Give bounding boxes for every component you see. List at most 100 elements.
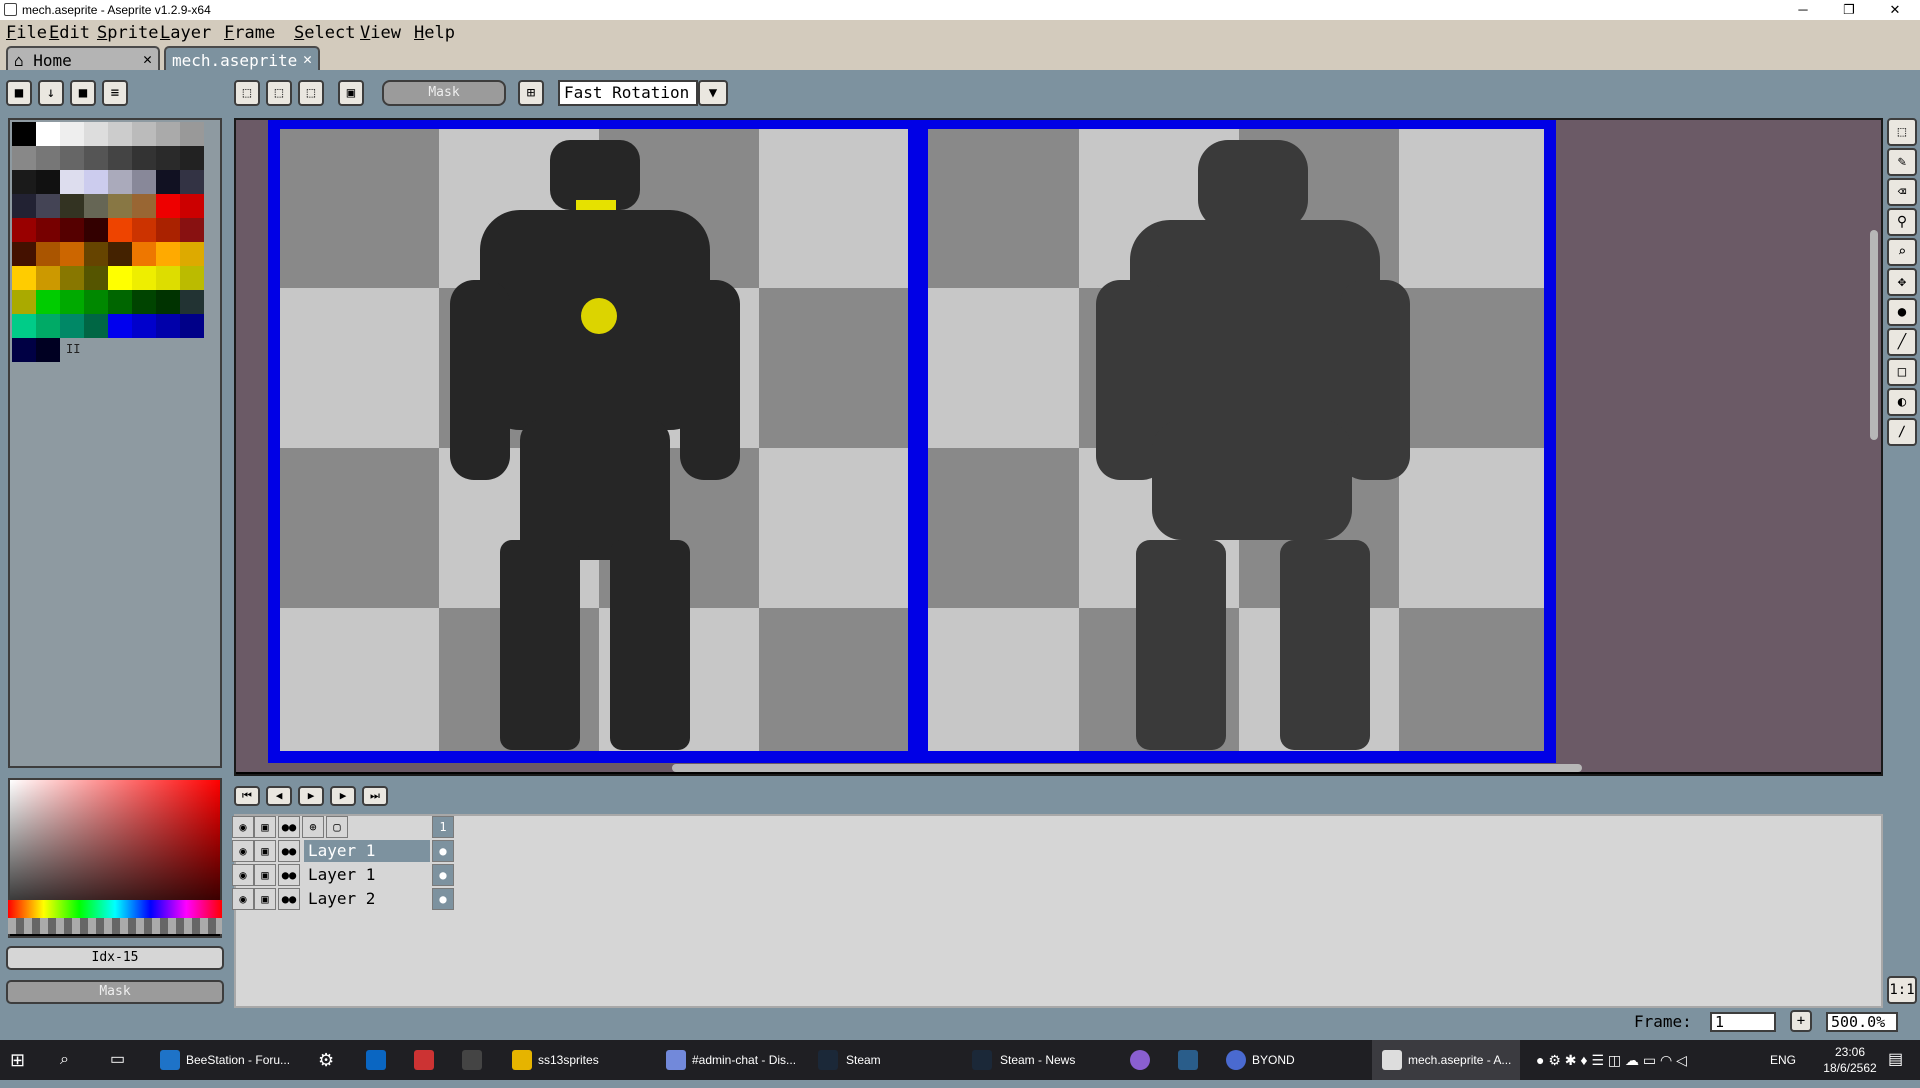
palette-swatch[interactable]	[156, 194, 180, 218]
down-arrow-icon[interactable]: ↓	[38, 80, 64, 106]
windows-start-icon[interactable]: ⊞	[10, 1040, 40, 1080]
palette-swatch[interactable]	[84, 170, 108, 194]
layer-row[interactable]: ◉ ▣ ●● Layer 1 ●	[232, 864, 457, 888]
palette-swatch[interactable]	[36, 218, 60, 242]
palette-swatch[interactable]	[60, 290, 84, 314]
eyedropper-tool-icon[interactable]: ⚲	[1887, 208, 1917, 236]
eraser-tool-icon[interactable]: ⌫	[1887, 178, 1917, 206]
menu-view[interactable]: View	[360, 23, 401, 43]
palette-swatch[interactable]	[180, 266, 204, 290]
tab-home-close-icon[interactable]: ✕	[143, 50, 152, 68]
continuous-icon[interactable]: ●●	[278, 840, 300, 862]
frame-header-1[interactable]: 1	[432, 816, 454, 838]
palette-swatch[interactable]	[180, 122, 204, 146]
layer-name[interactable]: Layer 1	[304, 840, 430, 862]
taskbar-item-steam-news[interactable]: Steam - News	[1000, 1040, 1075, 1080]
palette-swatch[interactable]	[36, 290, 60, 314]
taskbar-item-byond[interactable]: BYOND	[1252, 1040, 1295, 1080]
tab-mech-close-icon[interactable]: ✕	[303, 50, 312, 68]
continuous-icon[interactable]: ●●	[278, 888, 300, 910]
palette-swatch[interactable]	[108, 290, 132, 314]
palette-swatch[interactable]	[132, 146, 156, 170]
zoom-input[interactable]: 500.0%	[1826, 1012, 1898, 1032]
alpha-slider[interactable]	[8, 918, 222, 934]
palette-swatch[interactable]	[12, 218, 36, 242]
lock-icon[interactable]: ▣	[254, 864, 276, 886]
palette-swatch[interactable]	[36, 242, 60, 266]
palette-swatch[interactable]	[180, 314, 204, 338]
taskbar-item-steam[interactable]: Steam	[846, 1040, 881, 1080]
palette-swatch[interactable]	[84, 290, 108, 314]
sprite-canvas[interactable]	[236, 120, 1881, 772]
rectangle-tool-icon[interactable]: □	[1887, 358, 1917, 386]
mail-icon[interactable]	[462, 1050, 482, 1070]
palette-swatch[interactable]	[12, 290, 36, 314]
app-icon[interactable]	[1130, 1050, 1150, 1070]
palette-swatch[interactable]	[156, 146, 180, 170]
palette-swatch[interactable]	[84, 146, 108, 170]
tray-icons[interactable]: ● ⚙ ✱ ♦ ☰ ◫ ☁ ▭ ◠ ◁	[1536, 1040, 1687, 1080]
layer-row[interactable]: ◉ ▣ ●● Layer 2 ●	[232, 888, 457, 912]
zoom-tool-icon[interactable]: ⌕	[1887, 238, 1917, 266]
palette-swatch[interactable]	[108, 314, 132, 338]
palette-swatch[interactable]	[156, 242, 180, 266]
menu-file[interactable]: File	[6, 23, 47, 43]
palette-swatch[interactable]	[108, 266, 132, 290]
taskbar-item-aseprite[interactable]: mech.aseprite - A...	[1408, 1040, 1511, 1080]
group-icon[interactable]: ⊕	[302, 816, 324, 838]
eye-icon[interactable]: ◉	[232, 840, 254, 862]
selection-subtract-icon[interactable]: ⬚	[298, 80, 324, 106]
menu-frame[interactable]: Frame	[224, 23, 275, 43]
close-window-button[interactable]: ✕	[1872, 0, 1918, 20]
palette-swatch[interactable]	[84, 242, 108, 266]
palette-swatch[interactable]	[12, 266, 36, 290]
palette-swatch[interactable]	[36, 266, 60, 290]
palette-swatch[interactable]	[180, 170, 204, 194]
tab-mech-aseprite[interactable]: mech.aseprite ✕	[164, 46, 320, 70]
palette-swatch[interactable]	[156, 314, 180, 338]
next-frame-icon[interactable]: ▶	[330, 786, 356, 806]
palette-swatch[interactable]	[132, 218, 156, 242]
maximize-button[interactable]: ❐	[1826, 0, 1872, 20]
clock-date[interactable]: 18/6/2562	[1814, 1048, 1886, 1088]
palette-swatch[interactable]	[132, 122, 156, 146]
palette-swatch[interactable]	[36, 314, 60, 338]
store-icon[interactable]	[366, 1050, 386, 1070]
palette-swatch[interactable]	[180, 290, 204, 314]
layer-name[interactable]: Layer 2	[304, 888, 430, 910]
palette-swatch[interactable]	[84, 218, 108, 242]
palette-swatch[interactable]	[180, 242, 204, 266]
lock-icon[interactable]: ▣	[254, 840, 276, 862]
vertical-scrollbar[interactable]	[1870, 230, 1878, 440]
menu-edit[interactable]: Edit	[49, 23, 90, 43]
cel-icon[interactable]: ●	[432, 888, 454, 910]
layer-settings-icon[interactable]: ▢	[326, 816, 348, 838]
search-icon[interactable]: ⌕	[60, 1040, 69, 1080]
palette-swatch[interactable]	[60, 122, 84, 146]
palette-swatch[interactable]	[180, 146, 204, 170]
menu-layer[interactable]: Layer	[160, 23, 211, 43]
task-view-icon[interactable]: ▭	[110, 1040, 125, 1080]
palette-swatch[interactable]	[84, 122, 108, 146]
add-frame-icon[interactable]: +	[1790, 1010, 1812, 1032]
menu-select[interactable]: Select	[294, 23, 355, 43]
gift-icon[interactable]	[414, 1050, 434, 1070]
palette-swatch[interactable]	[84, 314, 108, 338]
move-tool-icon[interactable]: ✥	[1887, 268, 1917, 296]
palette-swatch[interactable]	[180, 194, 204, 218]
palette-swatch[interactable]	[60, 266, 84, 290]
palette-swatch[interactable]	[108, 218, 132, 242]
continuous-icon[interactable]: ●●	[278, 816, 300, 838]
palette-swatch[interactable]	[132, 242, 156, 266]
zoom-ratio-button[interactable]: 1:1	[1887, 976, 1917, 1004]
palette-swatch[interactable]	[60, 242, 84, 266]
frame-input[interactable]: 1	[1710, 1012, 1776, 1032]
palette-swatch[interactable]	[108, 170, 132, 194]
palette-swatch[interactable]	[12, 146, 36, 170]
palette-swatch[interactable]	[132, 194, 156, 218]
eye-icon[interactable]: ◉	[232, 864, 254, 886]
lock-icon[interactable]: ■	[6, 80, 32, 106]
palette-swatch[interactable]	[12, 338, 36, 362]
last-frame-icon[interactable]: ⏭	[362, 786, 388, 806]
play-icon[interactable]: ▶	[298, 786, 324, 806]
